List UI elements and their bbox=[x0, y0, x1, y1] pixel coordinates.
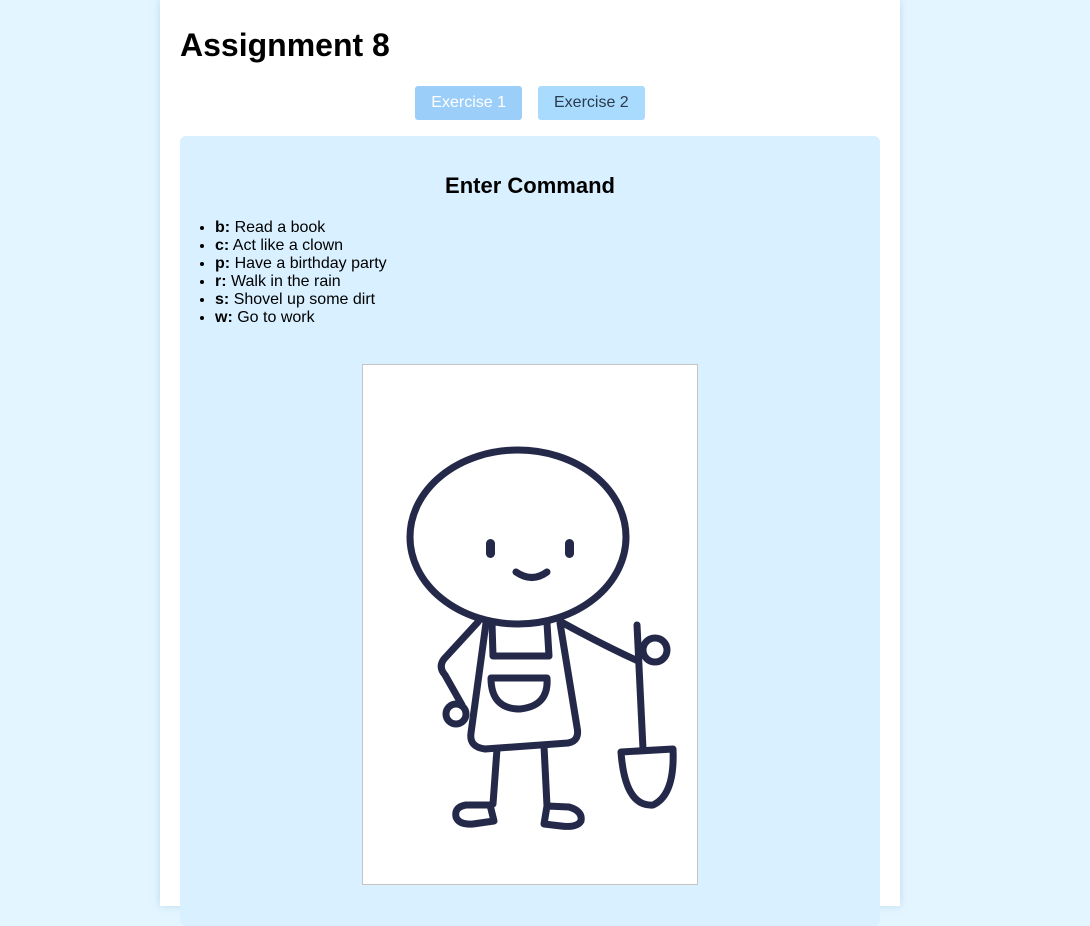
command-text: Walk in the rain bbox=[231, 273, 341, 290]
list-item: w: Go to work bbox=[215, 309, 387, 327]
command-key: b: bbox=[215, 219, 231, 236]
list-item: s: Shovel up some dirt bbox=[215, 291, 387, 309]
tab-exercise-1[interactable]: Exercise 1 bbox=[415, 86, 522, 120]
command-text: Shovel up some dirt bbox=[233, 291, 376, 308]
command-key: s: bbox=[215, 291, 230, 308]
command-key: p: bbox=[215, 255, 231, 272]
exercise-tabs: Exercise 1 Exercise 2 bbox=[160, 86, 900, 120]
page-title: Assignment 8 bbox=[180, 27, 390, 63]
command-panel: Enter Command b: Read a book c: Act like… bbox=[180, 136, 880, 926]
list-item: r: Walk in the rain bbox=[215, 273, 387, 291]
stick-figure-with-shovel-icon bbox=[406, 446, 677, 830]
command-text: Go to work bbox=[237, 309, 315, 326]
command-list: b: Read a book c: Act like a clown p: Ha… bbox=[180, 219, 387, 327]
panel-heading: Enter Command bbox=[445, 173, 615, 198]
list-item: b: Read a book bbox=[215, 219, 387, 237]
command-key: w: bbox=[215, 309, 233, 326]
command-text: Read a book bbox=[234, 219, 326, 236]
command-key: c: bbox=[215, 237, 230, 254]
command-key: r: bbox=[215, 273, 227, 290]
command-text: Act like a clown bbox=[232, 237, 344, 254]
command-text: Have a birthday party bbox=[234, 255, 387, 272]
drawing-canvas bbox=[362, 364, 698, 885]
list-item: p: Have a birthday party bbox=[215, 255, 387, 273]
list-item: c: Act like a clown bbox=[215, 237, 387, 255]
page-container: Assignment 8 Exercise 1 Exercise 2 Enter… bbox=[160, 0, 900, 926]
tab-exercise-2[interactable]: Exercise 2 bbox=[538, 86, 645, 120]
